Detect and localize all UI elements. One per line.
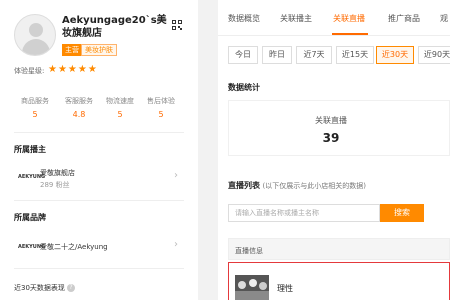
live-thumbnail[interactable] xyxy=(235,275,269,300)
thumb-person xyxy=(249,279,257,287)
active-tab-underline xyxy=(332,33,368,35)
stat-card: 关联直播 39 xyxy=(228,100,450,156)
divider xyxy=(14,200,184,201)
table-header-label: 直播信息 xyxy=(235,247,263,255)
period-30-days-button[interactable]: 近30天 xyxy=(376,46,414,64)
search-button[interactable]: 搜索 xyxy=(380,204,424,222)
anchor-name[interactable]: 爱敬旗舰店 xyxy=(40,168,75,178)
period-7-days-button[interactable]: 近7天 xyxy=(296,46,332,64)
score-value: 5 xyxy=(117,110,123,119)
tab-related-lives[interactable]: 关联直播 xyxy=(333,13,365,24)
qr-code-icon[interactable] xyxy=(172,20,182,30)
search-input[interactable] xyxy=(228,204,380,222)
avatar-body xyxy=(22,39,50,55)
score-value: 5 xyxy=(158,110,164,119)
avatar xyxy=(14,14,56,56)
recent-30-days-label: 近30天数据表现? xyxy=(14,283,75,293)
chevron-right-icon[interactable]: › xyxy=(174,170,178,181)
period-90-days-button[interactable]: 近90天 xyxy=(418,46,450,64)
chevron-right-icon[interactable]: › xyxy=(174,239,178,250)
thumb-person xyxy=(238,281,246,289)
period-15-days-button[interactable]: 近15天 xyxy=(336,46,374,64)
app: Aekyungage20`s美妆旗舰店 主营 美妆护肤 体验星级: ★★★★★ … xyxy=(0,0,450,300)
stat-value: 39 xyxy=(322,131,340,145)
score-label: 售后体验 xyxy=(147,97,175,105)
table-header: 直播信息 xyxy=(228,238,450,260)
brands-title: 所属品牌 xyxy=(14,213,46,222)
help-icon[interactable]: ? xyxy=(66,284,75,292)
avatar-head xyxy=(29,23,43,37)
live-list-note: (以下仅展示与此小店相关的数据) xyxy=(262,182,367,190)
stat-label: 关联直播 xyxy=(315,116,347,125)
anchors-title: 所属播主 xyxy=(14,145,46,154)
thumb-person xyxy=(259,282,267,290)
tab-promoted-products[interactable]: 推广商品 xyxy=(388,13,420,24)
score-value: 5 xyxy=(32,110,38,119)
tab-more[interactable]: 观 xyxy=(440,13,448,24)
score-label: 物流速度 xyxy=(106,97,134,105)
divider xyxy=(14,268,184,269)
shop-panel: Aekyungage20`s美妆旗舰店 主营 美妆护肤 体验星级: ★★★★★ … xyxy=(0,0,198,300)
category-tag: 美妆护肤 xyxy=(81,44,117,56)
brand-name[interactable]: 爱敬二十之/Aekyung xyxy=(40,242,108,252)
tab-data-overview[interactable]: 数据概览 xyxy=(228,13,260,24)
anchor-fans: 289 粉丝 xyxy=(40,181,70,189)
live-list-heading: 直播列表 (以下仅展示与此小店相关的数据) xyxy=(228,180,366,191)
thumb-bodies xyxy=(235,291,269,300)
star-rating: ★★★★★ xyxy=(48,64,98,75)
recent-30-days-text: 近30天数据表现 xyxy=(14,284,65,292)
main-panel: 数据概览 关联播主 关联直播 推广商品 观 今日 昨日 近7天 近15天 近30… xyxy=(218,0,450,300)
score-label: 客服服务 xyxy=(65,97,93,105)
experience-label: 体验星级: xyxy=(14,67,45,75)
period-today-button[interactable]: 今日 xyxy=(228,46,258,64)
score-value: 4.8 xyxy=(72,110,86,119)
divider xyxy=(14,132,184,133)
stats-heading: 数据统计 xyxy=(228,83,260,92)
shop-name: Aekyungage20`s美妆旗舰店 xyxy=(62,15,167,39)
tab-related-anchors[interactable]: 关联播主 xyxy=(280,13,312,24)
main-business-tag: 主营 xyxy=(62,44,82,56)
live-title[interactable]: 理性 xyxy=(277,283,293,294)
table-row[interactable]: 理性 xyxy=(228,262,450,300)
live-list-title: 直播列表 xyxy=(228,181,260,190)
nav-tabs: 数据概览 关联播主 关联直播 推广商品 观 xyxy=(218,0,450,36)
period-yesterday-button[interactable]: 昨日 xyxy=(262,46,292,64)
score-label: 商品服务 xyxy=(21,97,49,105)
